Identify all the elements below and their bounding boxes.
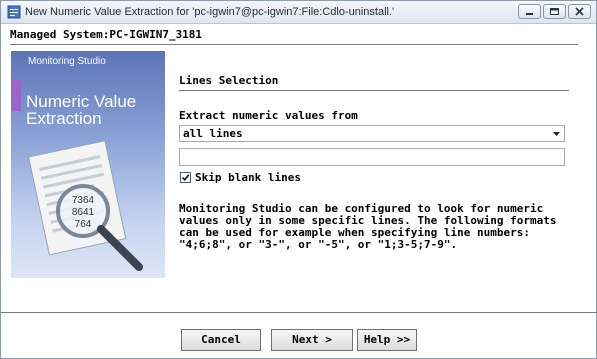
skip-blank-label[interactable]: Skip blank lines	[195, 171, 301, 184]
section-separator	[179, 90, 569, 92]
close-icon	[575, 7, 584, 16]
extract-from-value: all lines	[183, 127, 243, 140]
extract-label: Extract numeric values from	[179, 109, 358, 122]
dialog-content: Managed System:PC-IGWIN7_3181 Monitoring…	[1, 24, 596, 358]
managed-system-label: Managed System:PC-IGWIN7_3181	[10, 28, 203, 41]
paper-number-2: 8641	[72, 207, 95, 218]
maximize-button[interactable]	[543, 4, 566, 19]
extract-from-select[interactable]: all lines	[179, 125, 565, 142]
minimize-icon	[526, 13, 533, 15]
minimize-button[interactable]	[518, 4, 541, 19]
chevron-down-icon[interactable]	[549, 126, 564, 141]
magnifier-document-icon: 7364 8641 764	[27, 140, 143, 271]
wizard-banner: Monitoring Studio Numeric Value Extracti…	[11, 51, 165, 278]
line-numbers-input[interactable]	[179, 148, 565, 166]
title-bar[interactable]: New Numeric Value Extraction for 'pc-igw…	[1, 1, 596, 24]
maximize-icon	[550, 8, 559, 15]
description-text: Monitoring Studio can be configured to l…	[179, 202, 557, 251]
footer-separator	[1, 312, 596, 313]
section-title: Lines Selection	[179, 74, 279, 87]
header-separator	[10, 44, 578, 46]
window-title: New Numeric Value Extraction for 'pc-igw…	[25, 6, 395, 18]
paper-number-3: 764	[75, 219, 92, 230]
cancel-button[interactable]: Cancel	[181, 329, 261, 351]
checkmark-icon	[181, 174, 190, 182]
app-icon	[7, 5, 21, 19]
help-button[interactable]: Help >>	[357, 329, 417, 351]
close-button[interactable]	[568, 4, 591, 19]
dialog-window: New Numeric Value Extraction for 'pc-igw…	[0, 0, 597, 359]
next-button[interactable]: Next >	[271, 329, 353, 351]
paper-number-1: 7364	[72, 195, 95, 206]
skip-blank-checkbox[interactable]	[180, 172, 191, 183]
